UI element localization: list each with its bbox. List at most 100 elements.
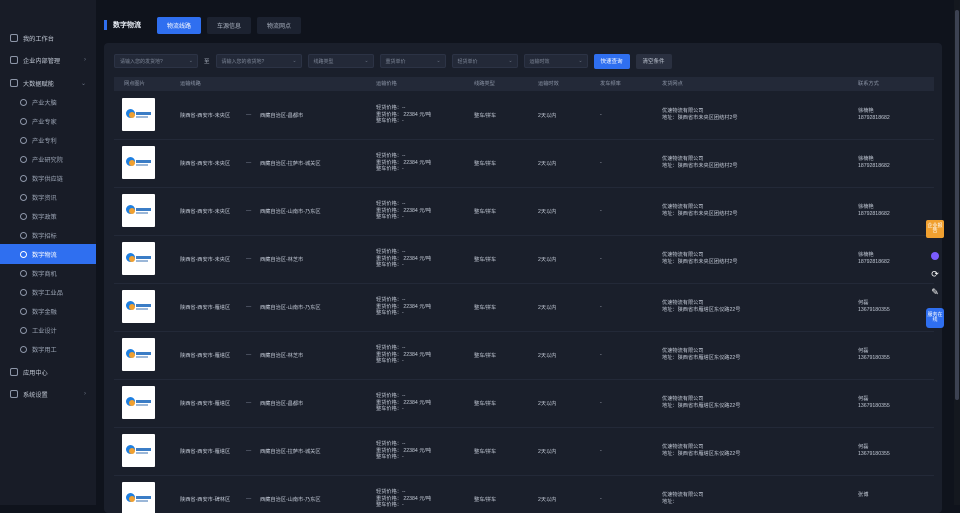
company-name: 优速物流有限公司 xyxy=(662,348,704,354)
sidebar-item-11[interactable]: 数字物流 xyxy=(0,244,96,264)
price-block: 轻货价格：-- 重货价格： 22384 元/吨 整车价格：- xyxy=(376,489,431,509)
transit-time-placeholder: 运输时效 xyxy=(529,58,550,65)
price-block: 轻货价格：-- 重货价格： 22384 元/吨 整车价格：- xyxy=(376,393,431,413)
contact-info: 张博 xyxy=(858,492,868,499)
light-price: 轻货价格：-- xyxy=(376,153,406,159)
tab-vehicle-info[interactable]: 车源信息 xyxy=(207,16,252,34)
outlet-info: 优速物流有限公司 地址：陕西省市雁塔区东仪路22号 xyxy=(662,396,740,410)
contact-name: 徐楠艳 xyxy=(858,156,874,162)
chat-icon[interactable] xyxy=(926,250,944,262)
sidebar-item-14[interactable]: 数字金融 xyxy=(0,301,96,321)
sidebar-item-8[interactable]: 数字资讯 xyxy=(0,187,96,207)
tab-logistics-routes[interactable]: 物流线路 xyxy=(157,16,202,34)
table-row[interactable]: 陕西省-西安市-未央区 — 西藏自治区-山南市-乃东区 轻货价格：-- 重货价格： 22… xyxy=(114,187,934,236)
company-name: 优速物流有限公司 xyxy=(662,396,704,402)
menu-icon xyxy=(20,326,27,334)
light-price: 轻货价格：-- xyxy=(376,345,406,351)
light-price-select[interactable]: 轻货单价 ⌄ xyxy=(451,54,518,68)
origin-input[interactable]: 请输入您的发货地? ⌄ xyxy=(114,54,198,68)
table-row[interactable]: 陕西省-西安市-碑林区 — 西藏自治区-山南市-乃东区 轻货价格：-- 重货价格： 22… xyxy=(114,475,934,513)
price-block: 轻货价格：-- 重货价格： 22384 元/吨 整车价格：- xyxy=(376,105,431,125)
transit-time: 2天以内 xyxy=(538,401,557,407)
title-accent-bar xyxy=(104,20,107,30)
sidebar-item-6[interactable]: 产业研究院 xyxy=(0,149,96,169)
logo-subtext-bar xyxy=(136,500,148,502)
sidebar-item-1[interactable]: 企业内部管理 › xyxy=(0,50,96,70)
departure-frequency: - xyxy=(600,400,602,406)
contact-name: 何磊 xyxy=(858,348,869,354)
destination-input[interactable]: 请输入您的收货地? ⌄ xyxy=(215,54,302,68)
sidebar-item-10[interactable]: 数字招标 xyxy=(0,225,96,245)
quick-search-button[interactable]: 快速查询 xyxy=(593,53,630,69)
light-price: 轻货价格：-- xyxy=(376,489,406,495)
filter-bar: 请输入您的发货地? ⌄ 至 请输入您的收货地? ⌄ 线路类型 ⌄ 重货单价 ⌄ … xyxy=(114,53,678,69)
light-price-placeholder: 轻货单价 xyxy=(457,58,478,65)
transit-time: 2天以内 xyxy=(538,497,557,503)
contact-phone: 13679180355 xyxy=(858,355,890,361)
sidebar-item-5[interactable]: 产业专利 xyxy=(0,130,96,150)
col-contact: 联系方式 xyxy=(858,81,879,87)
menu-icon xyxy=(20,117,27,125)
sidebar-item-label: 企业内部管理 xyxy=(23,57,61,65)
departure-frequency: - xyxy=(600,304,602,310)
route-type: 整车/拼车 xyxy=(474,305,497,311)
logo-dot-icon xyxy=(129,304,135,310)
sidebar-item-12[interactable]: 数字商机 xyxy=(0,263,96,283)
transit-time-select[interactable]: 运输时效 ⌄ xyxy=(523,54,588,68)
outlet-image xyxy=(122,146,155,179)
table-row[interactable]: 陕西省-西安市-雁塔区 — 西藏自治区-昌都市 轻货价格：-- 重货价格： 22384 … xyxy=(114,379,934,428)
price-block: 轻货价格：-- 重货价格： 22384 元/吨 整车价格：- xyxy=(376,297,431,317)
table-row[interactable]: 陕西省-西安市-未央区 — 西藏自治区-昌都市 轻货价格：-- 重货价格： 22384 … xyxy=(114,91,934,140)
sidebar-item-15[interactable]: 工业设计 xyxy=(0,320,96,340)
col-price: 运输价格 xyxy=(376,81,397,87)
table-row[interactable]: 陕西省-西安市-雁塔区 — 西藏自治区-拉萨市-城关区 轻货价格：-- 重货价格： 22… xyxy=(114,427,934,476)
clear-filters-button[interactable]: 清空条件 xyxy=(635,53,672,69)
table-row[interactable]: 陕西省-西安市-雁塔区 — 西藏自治区-林芝市 轻货价格：-- 重货价格： 22384 … xyxy=(114,331,934,380)
table-row[interactable]: 陕西省-西安市-雁塔区 — 西藏自治区-山南市-乃东区 轻货价格：-- 重货价格： 22… xyxy=(114,283,934,332)
refresh-icon[interactable]: ⟳ xyxy=(926,268,944,280)
outlet-info: 优速物流有限公司 地址：陕西省市雁塔区东仪路22号 xyxy=(662,348,740,362)
sidebar-item-label: 我的工作台 xyxy=(23,35,54,43)
sidebar-item-9[interactable]: 数字政策 xyxy=(0,206,96,226)
menu-icon xyxy=(20,155,27,163)
sidebar-item-label: 产业大脑 xyxy=(32,99,57,107)
sidebar-item-label: 数字用工 xyxy=(32,346,57,354)
sidebar-item-0[interactable]: 我的工作台 xyxy=(0,28,96,48)
col-image: 网点图片 xyxy=(124,81,145,87)
company-name: 优速物流有限公司 xyxy=(662,492,704,498)
sidebar-item-7[interactable]: 数字供应链 xyxy=(0,168,96,188)
sidebar-item-16[interactable]: 数字用工 xyxy=(0,339,96,359)
route-to: 西藏自治区-山南市-乃东区 xyxy=(260,497,321,503)
route-from: 陕西省-西安市-未央区 xyxy=(180,257,231,263)
route-arrow-icon: — xyxy=(246,256,252,262)
customer-service-button[interactable]: 服务在线 xyxy=(926,308,944,328)
company-address: 地址：陕西省市未央区团结村2号 xyxy=(662,259,738,265)
route-arrow-icon: — xyxy=(246,304,252,310)
route-arrow-icon: — xyxy=(246,160,252,166)
sidebar-item-13[interactable]: 数字工业品 xyxy=(0,282,96,302)
sidebar-item-3[interactable]: 产业大脑 xyxy=(0,92,96,112)
page-scrollbar[interactable] xyxy=(954,0,960,505)
company-name: 优速物流有限公司 xyxy=(662,300,704,306)
tab-logistics-outlets[interactable]: 物流网点 xyxy=(257,16,302,34)
table-row[interactable]: 陕西省-西安市-未央区 — 西藏自治区-林芝市 轻货价格：-- 重货价格： 22384 … xyxy=(114,235,934,284)
company-report-button[interactable]: 企业报告 xyxy=(926,220,944,238)
chevron-down-icon: ⌄ xyxy=(188,58,193,64)
scrollbar-thumb[interactable] xyxy=(955,10,959,400)
contact-name: 何磊 xyxy=(858,300,869,306)
heavy-price-select[interactable]: 重货单价 ⌄ xyxy=(379,54,446,68)
sidebar-item-label: 产业研究院 xyxy=(32,156,63,164)
edit-icon[interactable]: ✎ xyxy=(926,286,944,298)
main-panel: 请输入您的发货地? ⌄ 至 请输入您的收货地? ⌄ 线路类型 ⌄ 重货单价 ⌄ … xyxy=(104,43,942,513)
logo-dot-icon xyxy=(129,496,135,502)
sidebar-item-18[interactable]: 系统设置 › xyxy=(0,384,96,404)
route-type-select[interactable]: 线路类型 ⌄ xyxy=(307,54,374,68)
table-row[interactable]: 陕西省-西安市-未央区 — 西藏自治区-拉萨市-城关区 轻货价格：-- 重货价格： 22… xyxy=(114,139,934,188)
logo-subtext-bar xyxy=(136,356,148,358)
sidebar-item-17[interactable]: 应用中心 xyxy=(0,362,96,382)
menu-icon xyxy=(20,269,27,277)
sidebar-item-2[interactable]: 大数据赋能 ⌄ xyxy=(0,73,96,93)
contact-phone: 13679180355 xyxy=(858,451,890,457)
chevron-icon: ⌄ xyxy=(80,80,86,87)
sidebar-item-4[interactable]: 产业专家 xyxy=(0,111,96,131)
